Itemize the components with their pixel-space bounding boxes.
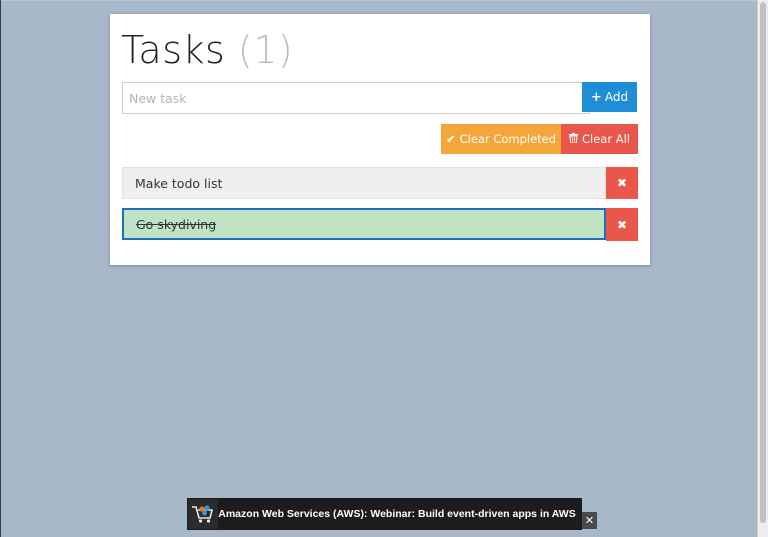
- task-count: (1): [237, 28, 294, 72]
- clear-all-label: Clear All: [582, 132, 630, 146]
- task-text: Make todo list: [135, 175, 223, 191]
- task-item[interactable]: Make todo list: [122, 167, 606, 199]
- page-scrollbar[interactable]: [757, 0, 768, 537]
- page-title: Tasks (1): [121, 28, 293, 72]
- ad-banner[interactable]: Amazon Web Services (AWS): Webinar: Buil…: [187, 498, 582, 530]
- ad-close-button[interactable]: ✕: [582, 512, 597, 529]
- delete-task-button[interactable]: ✖: [606, 208, 638, 241]
- ad-text[interactable]: Amazon Web Services (AWS): Webinar: Buil…: [218, 508, 582, 520]
- close-icon: ✕: [584, 514, 595, 527]
- task-text: Go skydiving: [136, 216, 217, 232]
- plus-icon: +: [590, 89, 602, 105]
- scrollbar-thumb[interactable]: [760, 2, 766, 523]
- title-text: Tasks: [121, 28, 226, 72]
- task-item-completed[interactable]: Go skydiving: [122, 208, 606, 240]
- clear-completed-button[interactable]: ✔ Clear Completed: [441, 124, 561, 154]
- add-button-label: Add: [604, 90, 629, 104]
- clear-all-button[interactable]: Clear All: [561, 124, 638, 154]
- add-task-button[interactable]: + Add: [582, 82, 637, 112]
- check-icon: ✔: [445, 132, 456, 146]
- clear-completed-label: Clear Completed: [459, 132, 557, 146]
- window-top-edge: [0, 0, 768, 1]
- window-left-edge: [0, 0, 1, 537]
- tasks-card: Tasks (1) + Add ✔ Clear Completed Clear …: [110, 14, 650, 265]
- close-icon: ✖: [616, 176, 628, 190]
- new-task-input[interactable]: [122, 82, 590, 114]
- trash-icon: [569, 132, 578, 146]
- cart-logo-icon: [188, 499, 218, 529]
- close-icon: ✖: [616, 217, 628, 232]
- delete-task-button[interactable]: ✖: [606, 167, 638, 199]
